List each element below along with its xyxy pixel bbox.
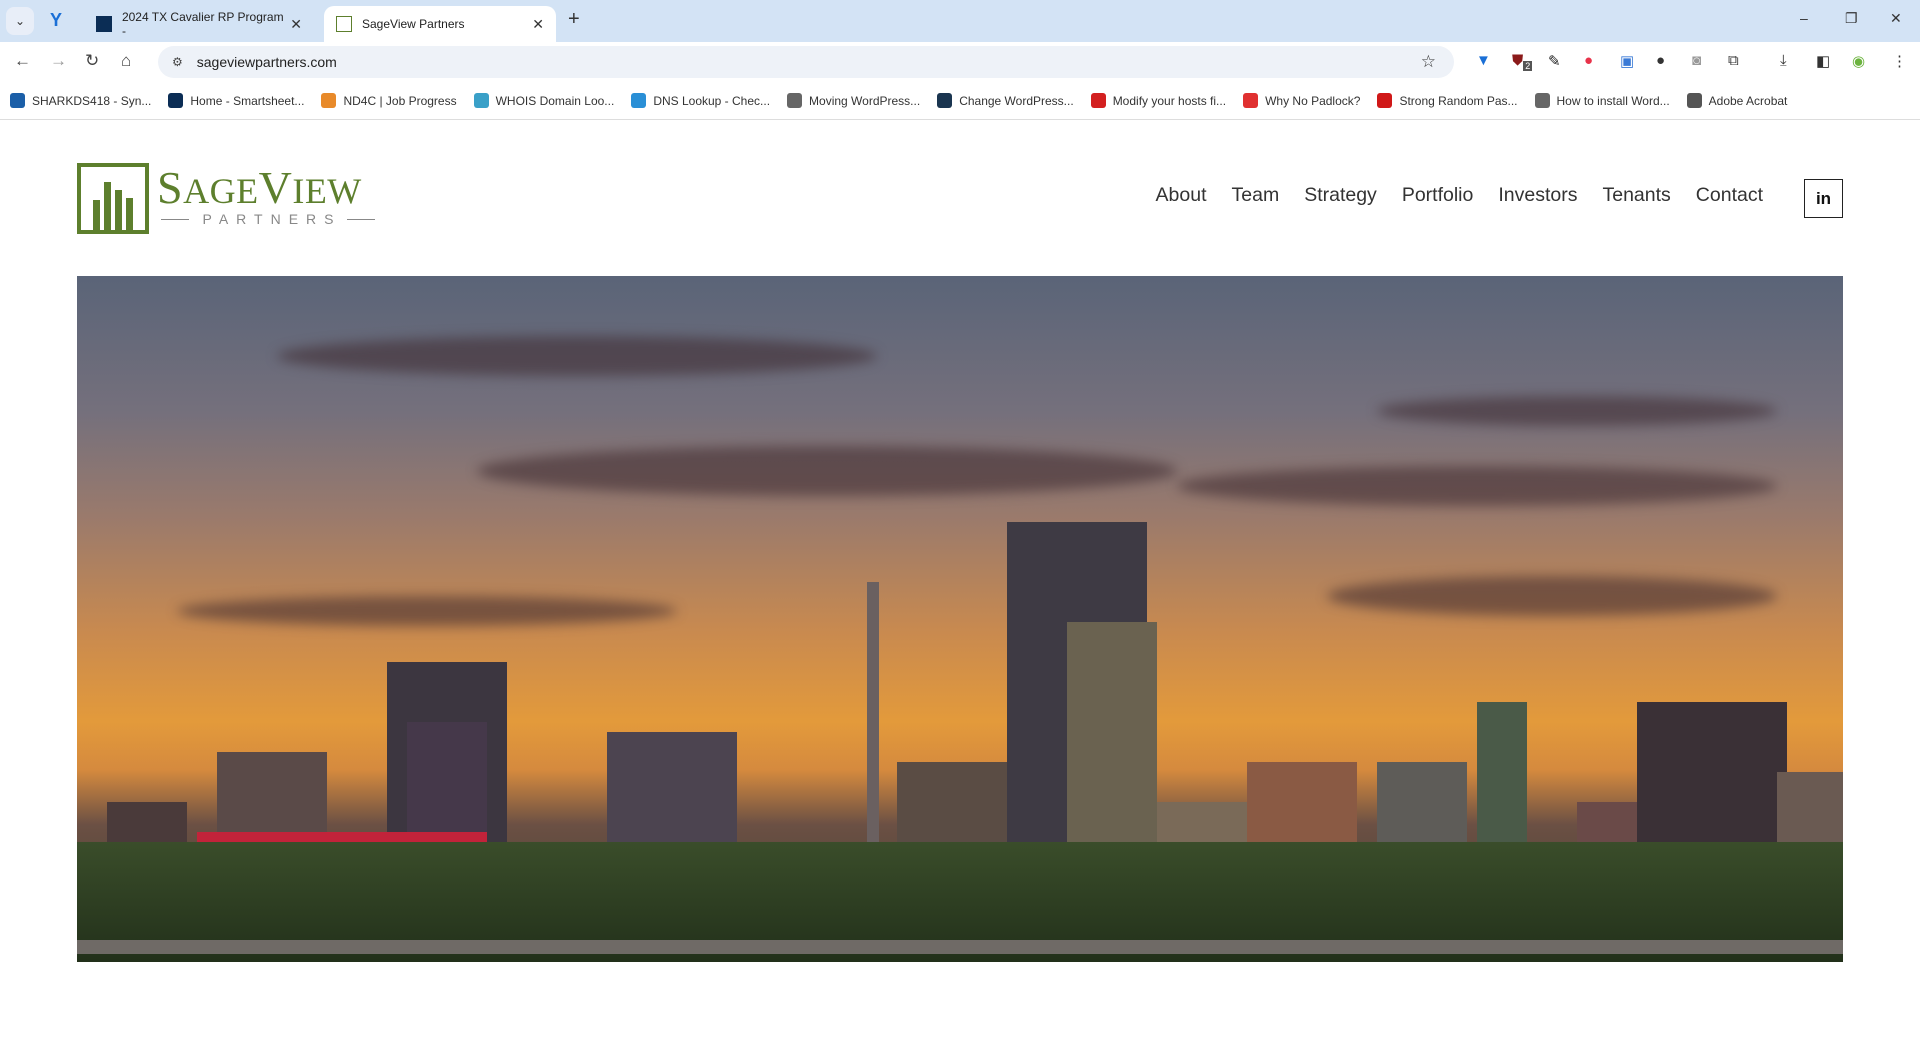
- eyedropper-icon[interactable]: ✎: [1548, 52, 1561, 70]
- bookmark-label: Why No Padlock?: [1265, 93, 1361, 108]
- profile-icon[interactable]: ◉: [1852, 52, 1865, 70]
- highway-shape: [77, 940, 1843, 954]
- bookmark-item[interactable]: Moving WordPress...: [787, 93, 920, 108]
- bookmark-label: WHOIS Domain Loo...: [495, 93, 615, 108]
- extension-dots-icon[interactable]: ●: [1656, 52, 1665, 69]
- hero-skyline-image: [77, 276, 1843, 962]
- nav-link-about[interactable]: About: [1156, 184, 1207, 207]
- address-bar[interactable]: ⚙ sageviewpartners.com ☆: [158, 46, 1454, 78]
- address-toolbar: ← → ↻ ⌂ ⚙ sageviewpartners.com ☆ ▼ ⛊ 2 ✎ …: [0, 42, 1920, 82]
- bookmark-favicon-icon: [787, 93, 803, 108]
- nav-link-portfolio[interactable]: Portfolio: [1402, 184, 1474, 207]
- linkedin-button[interactable]: in: [1804, 179, 1843, 218]
- tab-search-chevron-icon[interactable]: ⌄: [6, 7, 34, 35]
- url-text: sageviewpartners.com: [196, 54, 337, 70]
- browser-tab[interactable]: 2024 TX Cavalier RP Program - ✕: [84, 6, 314, 42]
- bookmark-favicon-icon: [937, 93, 953, 108]
- bookmark-label: DNS Lookup - Chec...: [653, 93, 771, 108]
- bookmarks-bar: SHARKDS418 - Syn... Home - Smartsheet... N…: [0, 82, 1920, 120]
- bookmark-favicon-icon: [1243, 93, 1259, 108]
- browser-tab-bar: ⌄ Y 2024 TX Cavalier RP Program - ✕ Sage…: [0, 0, 1920, 42]
- restore-icon[interactable]: ❐: [1845, 10, 1858, 27]
- bookmark-label: How to install Word...: [1556, 93, 1670, 108]
- nav-link-strategy[interactable]: Strategy: [1304, 184, 1377, 207]
- minimize-icon[interactable]: –: [1800, 10, 1808, 26]
- sageview-logo[interactable]: SAGEVIEW PARTNERS: [77, 162, 377, 235]
- nav-link-team[interactable]: Team: [1232, 184, 1280, 207]
- bookmark-item[interactable]: ND4C | Job Progress: [321, 93, 457, 108]
- bookmark-favicon-icon: [473, 93, 489, 108]
- bookmark-favicon-icon: [1534, 93, 1550, 108]
- bookmark-label: Home - Smartsheet...: [190, 93, 305, 108]
- bookmark-favicon-icon: [1377, 93, 1393, 108]
- close-window-icon[interactable]: ✕: [1890, 10, 1902, 27]
- smartsheet-favicon-icon: [96, 16, 112, 32]
- linkedin-icon: in: [1815, 188, 1832, 208]
- bookmark-star-icon[interactable]: ☆: [1421, 52, 1436, 72]
- bookmark-favicon-icon: [321, 93, 337, 108]
- nav-link-contact[interactable]: Contact: [1696, 184, 1763, 207]
- menu-kebab-icon[interactable]: ⋮: [1892, 52, 1907, 70]
- bookmark-item[interactable]: Modify your hosts fi...: [1090, 93, 1227, 108]
- home-icon[interactable]: ⌂: [121, 51, 131, 71]
- bookmark-item[interactable]: SHARKDS418 - Syn...: [10, 93, 151, 108]
- bookmark-item[interactable]: WHOIS Domain Loo...: [473, 93, 615, 108]
- bookmark-label: Strong Random Pas...: [1399, 93, 1518, 108]
- logo-title: SAGEVIEW: [157, 162, 362, 213]
- logo-subtitle: PARTNERS: [161, 211, 376, 227]
- reload-icon[interactable]: ↻: [85, 51, 99, 71]
- close-tab-icon[interactable]: ✕: [290, 16, 302, 33]
- bookmark-favicon-icon: [1090, 93, 1106, 108]
- bookmark-item[interactable]: Home - Smartsheet...: [168, 93, 304, 108]
- bookmark-label: Change WordPress...: [959, 93, 1074, 108]
- bookmark-item[interactable]: Strong Random Pas...: [1377, 93, 1518, 108]
- bookmark-label: Moving WordPress...: [809, 93, 921, 108]
- nav-link-tenants[interactable]: Tenants: [1602, 184, 1670, 207]
- nav-link-investors[interactable]: Investors: [1498, 184, 1577, 207]
- bookmark-label: ND4C | Job Progress: [343, 93, 457, 108]
- site-settings-icon[interactable]: ⚙: [172, 55, 183, 69]
- logo-mark: [77, 163, 149, 234]
- extension-red-icon[interactable]: ●: [1584, 52, 1593, 69]
- extension-blue-icon[interactable]: ▣: [1620, 52, 1634, 70]
- bookmark-item[interactable]: Change WordPress...: [937, 93, 1074, 108]
- bookmark-label: Modify your hosts fi...: [1112, 93, 1227, 108]
- back-arrow-icon[interactable]: ←: [14, 51, 31, 71]
- bookmark-item[interactable]: Why No Padlock?: [1243, 93, 1360, 108]
- bookmark-label: SHARKDS418 - Syn...: [32, 93, 152, 108]
- bookmark-favicon-icon: [10, 93, 25, 108]
- sageview-favicon-icon: [336, 16, 352, 32]
- extensions-puzzle-icon[interactable]: ⧉: [1728, 52, 1739, 69]
- ublock-icon[interactable]: ⛊ 2: [1512, 52, 1533, 71]
- bookmark-favicon-icon: [168, 93, 184, 108]
- bookmark-item[interactable]: How to install Word...: [1534, 93, 1670, 108]
- main-nav: About Team Strategy Portfolio Investors Tenan…: [1156, 184, 1763, 207]
- browser-tab-active[interactable]: SageView Partners ✕: [324, 6, 556, 42]
- bookmark-label: Adobe Acrobat: [1708, 93, 1788, 108]
- camera-icon[interactable]: ◙: [1692, 52, 1701, 69]
- bookmark-item[interactable]: DNS Lookup - Chec...: [631, 93, 770, 108]
- forward-arrow-icon[interactable]: →: [50, 51, 67, 71]
- extension-y-icon[interactable]: ▼: [1476, 52, 1491, 69]
- new-tab-plus-icon[interactable]: +: [568, 8, 580, 31]
- tab-title: 2024 TX Cavalier RP Program -: [121, 10, 284, 38]
- download-icon[interactable]: ⤓: [1780, 52, 1787, 69]
- close-tab-icon[interactable]: ✕: [532, 16, 544, 33]
- bookmark-item[interactable]: Adobe Acrobat: [1686, 93, 1788, 108]
- pinned-tab-icon[interactable]: Y: [50, 10, 62, 31]
- tab-title: SageView Partners: [362, 17, 465, 31]
- side-panel-icon[interactable]: ◧: [1816, 52, 1830, 70]
- bookmark-favicon-icon: [631, 93, 647, 108]
- bookmark-favicon-icon: [1686, 93, 1702, 108]
